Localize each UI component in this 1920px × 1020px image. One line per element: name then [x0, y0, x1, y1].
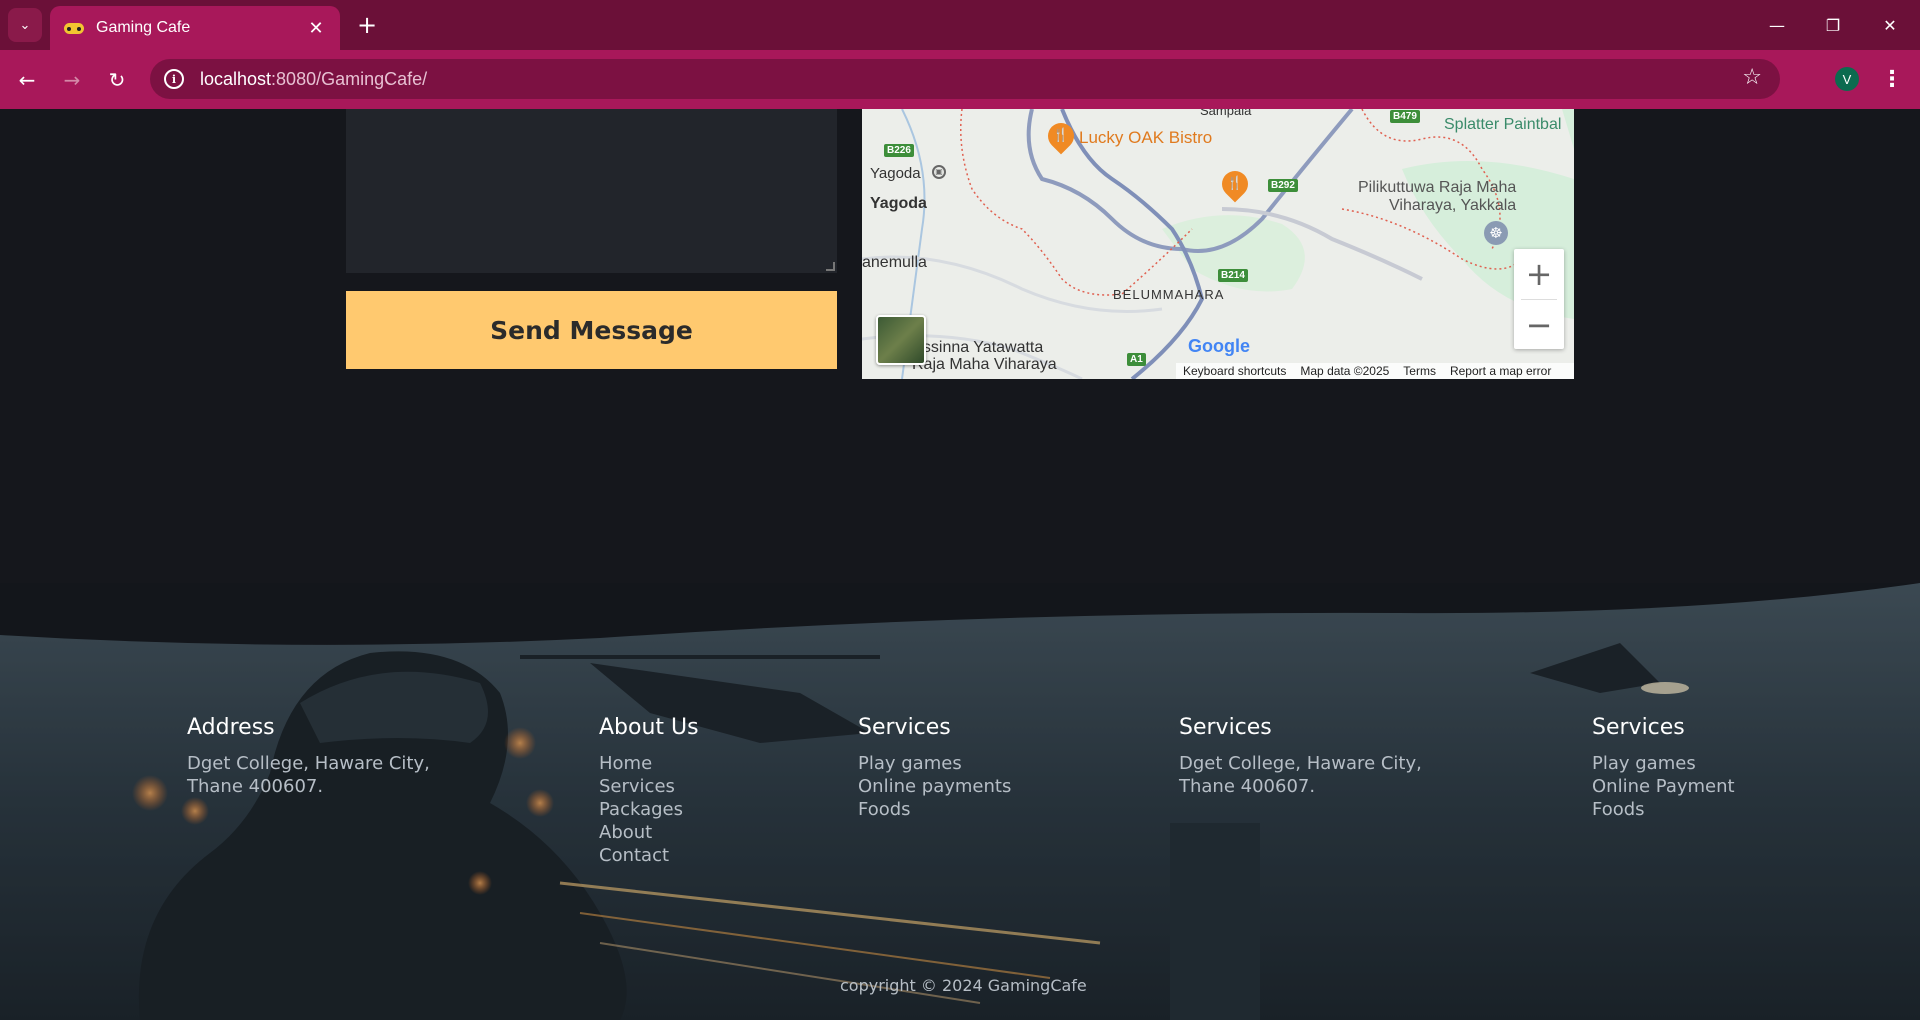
footer-link-home[interactable]: Home [599, 752, 699, 775]
footer-about-title: About Us [599, 715, 699, 740]
google-logo: Google [1188, 336, 1250, 356]
bookmark-star-icon[interactable]: ☆ [1742, 65, 1762, 90]
page-content: Send Message Sampala B479 Splatter Paint… [0, 109, 1920, 1020]
road-a1: A1 [1127, 353, 1146, 366]
footer-about-column: About Us Home Services Packages About Co… [599, 715, 699, 867]
map-label-anemulla: anemulla [862, 254, 927, 271]
close-icon[interactable]: ✕ [306, 18, 326, 39]
chevron-down-icon: ⌄ [19, 17, 31, 33]
road-b214: B214 [1218, 269, 1248, 282]
footer-link-online-payment[interactable]: Online Payment [1592, 775, 1735, 798]
footer-services-title: Services [858, 715, 951, 740]
url-path: :8080/GamingCafe/ [271, 68, 428, 89]
footer-services-column: Services Play games Online payments Food… [858, 715, 1011, 821]
map-label-pilikuttuwa-2: Viharaya, Yakkala [1389, 197, 1517, 214]
footer-link-play-games[interactable]: Play games [1592, 752, 1735, 775]
footer-address-line: Dget College, Haware City, [1179, 753, 1422, 774]
new-tab-button[interactable]: + [352, 10, 382, 40]
footer-link-services[interactable]: Services [599, 775, 699, 798]
map-label-lucky-oak[interactable]: Lucky OAK Bistro [1079, 128, 1212, 148]
zoom-out-icon[interactable]: − [1514, 300, 1564, 350]
forward-icon[interactable]: → [56, 64, 88, 96]
window-close-icon[interactable]: ✕ [1875, 10, 1905, 40]
footer-address-column: Address Dget College, Haware City, Thane… [187, 715, 430, 798]
map-keyboard-shortcuts[interactable]: Keyboard shortcuts [1183, 364, 1286, 378]
map-data-credit: Map data ©2025 [1300, 364, 1390, 378]
restaurant-pin-icon[interactable]: 🍴 [1042, 117, 1080, 155]
map-terms-link[interactable]: Terms [1403, 364, 1436, 378]
map-label-belummahara: BELUMMAHARA [1113, 287, 1225, 302]
tab-title: Gaming Cafe [96, 19, 191, 36]
map-label-sampala: Sampala [1200, 109, 1252, 118]
map-label-pilikuttuwa-1: Pilikuttuwa Raja Maha [1358, 179, 1517, 196]
gamepad-icon [64, 21, 84, 35]
minimize-icon[interactable]: — [1762, 10, 1792, 40]
road-b479: B479 [1390, 110, 1420, 123]
browser-tab[interactable]: Gaming Cafe ✕ [50, 6, 340, 50]
tab-strip: ⌄ Gaming Cafe ✕ + — ❐ ✕ [0, 0, 1920, 50]
restaurant-pin-icon[interactable]: 🍴 [1216, 165, 1254, 203]
reload-icon[interactable]: ↻ [101, 64, 133, 96]
map-label-splatter: Splatter Paintbal [1444, 116, 1562, 133]
map-label-gossinna-1: ossinna Yatawatta [914, 339, 1044, 356]
satellite-toggle[interactable] [876, 315, 926, 365]
footer-link-foods[interactable]: Foods [1592, 798, 1735, 821]
footer-address-line: Thane 400607. [1179, 776, 1316, 797]
site-footer: Address Dget College, Haware City, Thane… [0, 583, 1920, 1020]
train-station-icon: ▣ [932, 165, 946, 179]
footer-address-line: Dget College, Haware City, [187, 753, 430, 774]
footer-link-about[interactable]: About [599, 821, 699, 844]
zoom-in-icon[interactable]: + [1514, 249, 1564, 299]
site-info-icon[interactable]: i [164, 69, 184, 89]
footer-services-address-column: Services Dget College, Haware City, Than… [1179, 715, 1422, 798]
map-zoom-controls: + − [1514, 249, 1564, 349]
tab-search-button[interactable]: ⌄ [8, 8, 42, 42]
map-attribution: Keyboard shortcuts Map data ©2025 Terms … [1176, 363, 1574, 379]
footer-link-contact[interactable]: Contact [599, 844, 699, 867]
footer-link-play-games[interactable]: Play games [858, 752, 1011, 775]
address-bar[interactable]: i localhost:8080/GamingCafe/ ☆ [150, 59, 1780, 99]
footer-address-title: Address [187, 715, 275, 740]
map-label-yagoda-station: Yagoda [870, 165, 921, 182]
footer-link-foods[interactable]: Foods [858, 798, 1011, 821]
google-map[interactable]: Sampala B479 Splatter Paintbal 🍴 Lucky O… [862, 109, 1574, 379]
road-b226: B226 [884, 144, 914, 157]
profile-avatar[interactable]: V [1835, 67, 1859, 91]
road-b292: B292 [1268, 179, 1298, 192]
footer-services-title: Services [1179, 715, 1272, 740]
map-label-yagoda: Yagoda [870, 195, 927, 212]
copyright-text: copyright © 2024 GamingCafe [840, 976, 1087, 995]
back-icon[interactable]: ← [11, 64, 43, 96]
browser-toolbar: ← → ↻ i localhost:8080/GamingCafe/ ☆ [0, 50, 1920, 109]
send-message-button[interactable]: Send Message [346, 291, 837, 369]
footer-link-online-payments[interactable]: Online payments [858, 775, 1011, 798]
browser-menu-icon[interactable]: ⋮ [1881, 64, 1903, 94]
restore-icon[interactable]: ❐ [1818, 10, 1848, 40]
temple-pin-icon[interactable]: ☸ [1484, 221, 1508, 245]
resize-handle-icon[interactable] [826, 262, 835, 271]
footer-services-column-2: Services Play games Online Payment Foods [1592, 715, 1735, 821]
footer-link-packages[interactable]: Packages [599, 798, 699, 821]
map-report-link[interactable]: Report a map error [1450, 364, 1551, 378]
map-label-gossinna-2: Raja Maha Viharaya [912, 356, 1057, 373]
footer-services-title: Services [1592, 715, 1685, 740]
message-textarea[interactable] [346, 109, 837, 273]
url-host: localhost [200, 68, 272, 89]
footer-address-line: Thane 400607. [187, 776, 324, 797]
